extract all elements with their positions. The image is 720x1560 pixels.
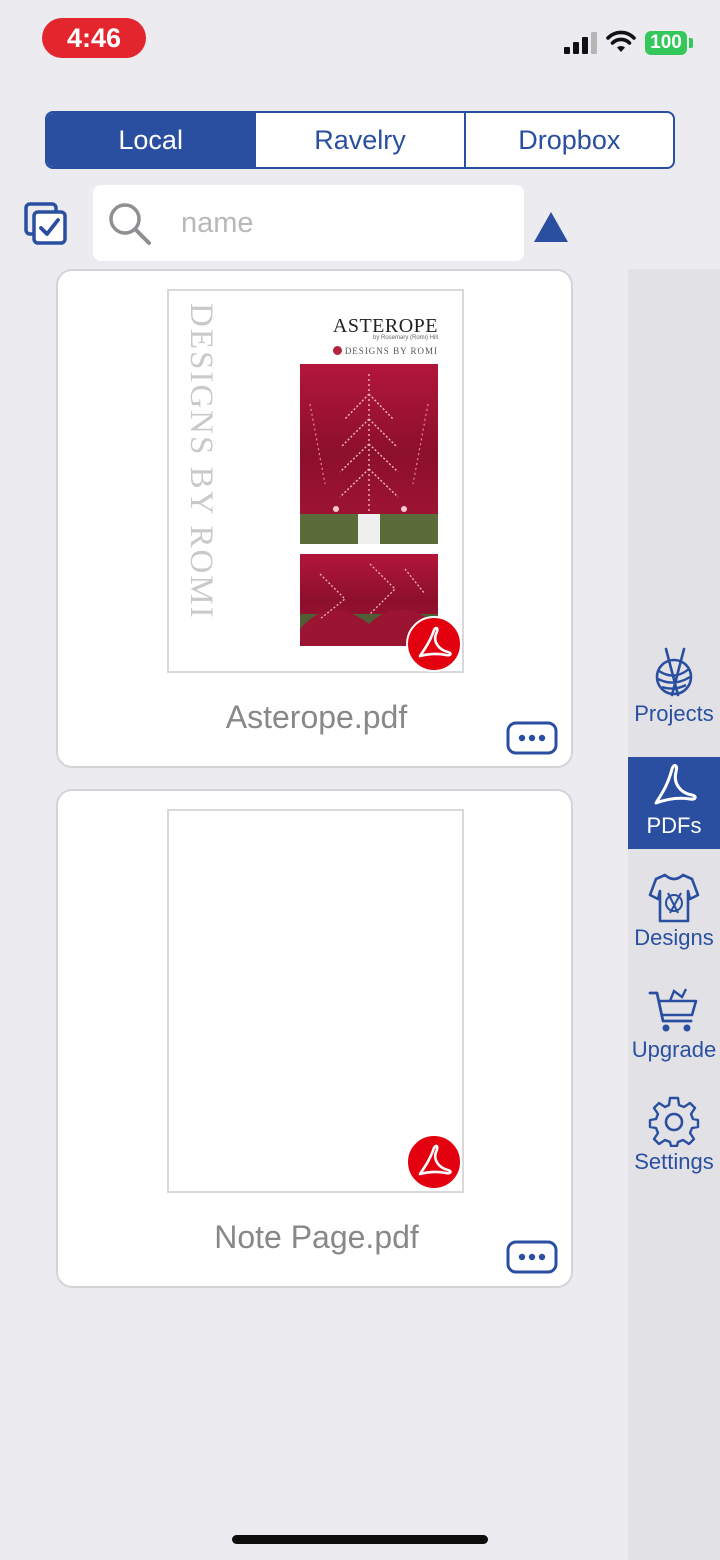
more-icon[interactable] (506, 1240, 558, 1274)
side-tab-bar: Projects PDFs Designs Upgrade Settings (628, 269, 720, 1560)
brand-logo-dot (332, 346, 342, 355)
gear-icon (648, 1096, 700, 1147)
tab-label: Settings (634, 1149, 714, 1174)
pdf-card[interactable]: DESIGNS BY ROMI ASTEROPE by Rosemary (Ro… (56, 269, 573, 768)
shawl-photo (300, 364, 438, 544)
search-icon (109, 203, 151, 245)
battery-tip (689, 38, 693, 48)
tab-local[interactable]: Local (47, 113, 257, 167)
tab-upgrade[interactable]: Upgrade (628, 981, 720, 1073)
search-field[interactable] (93, 185, 524, 261)
search-input[interactable] (181, 199, 501, 247)
tab-label: Designs (634, 925, 714, 950)
pdf-card[interactable]: Note Page.pdf (56, 789, 573, 1288)
thumbnail-brand: DESIGNS BY ROMI (332, 346, 438, 356)
file-name[interactable]: Asterope.pdf (58, 699, 575, 736)
adobe-pdf-icon (406, 1134, 462, 1190)
yarn-needles-icon (655, 647, 693, 697)
source-segmented-control: Local Ravelry Dropbox (45, 111, 675, 169)
tab-settings[interactable]: Settings (628, 1093, 720, 1185)
status-bar: 4:46 100 (0, 0, 720, 90)
cellular-signal-icon (564, 32, 597, 54)
triangle-up-icon[interactable] (532, 210, 570, 244)
file-name[interactable]: Note Page.pdf (58, 1219, 575, 1256)
tab-ravelry[interactable]: Ravelry (256, 113, 466, 167)
thumbnail-side-text: DESIGNS BY ROMI (183, 303, 219, 620)
home-indicator[interactable] (232, 1535, 488, 1544)
adobe-pdf-icon (654, 763, 697, 805)
lace-pattern (300, 374, 438, 544)
shopping-cart-icon (648, 988, 698, 1032)
status-time: 4:46 (42, 18, 146, 58)
tab-dropbox[interactable]: Dropbox (466, 113, 673, 167)
multi-select-checkbox-icon[interactable] (24, 202, 68, 246)
more-icon[interactable] (506, 721, 558, 755)
tab-label: Upgrade (631, 1037, 717, 1062)
sweater-icon (648, 873, 700, 923)
wifi-icon (606, 30, 636, 52)
tab-projects[interactable]: Projects (628, 645, 720, 737)
thumbnail-author: by Rosemary (Romi) Hill (372, 335, 438, 341)
tab-pdfs[interactable]: PDFs (628, 757, 720, 849)
tab-designs[interactable]: Designs (628, 869, 720, 961)
tab-label: PDFs (646, 813, 702, 838)
thumbnail-brand-text: DESIGNS BY ROMI (344, 346, 438, 356)
tab-label: Projects (634, 701, 714, 726)
adobe-pdf-icon (406, 616, 462, 672)
battery-indicator: 100 (645, 31, 687, 55)
